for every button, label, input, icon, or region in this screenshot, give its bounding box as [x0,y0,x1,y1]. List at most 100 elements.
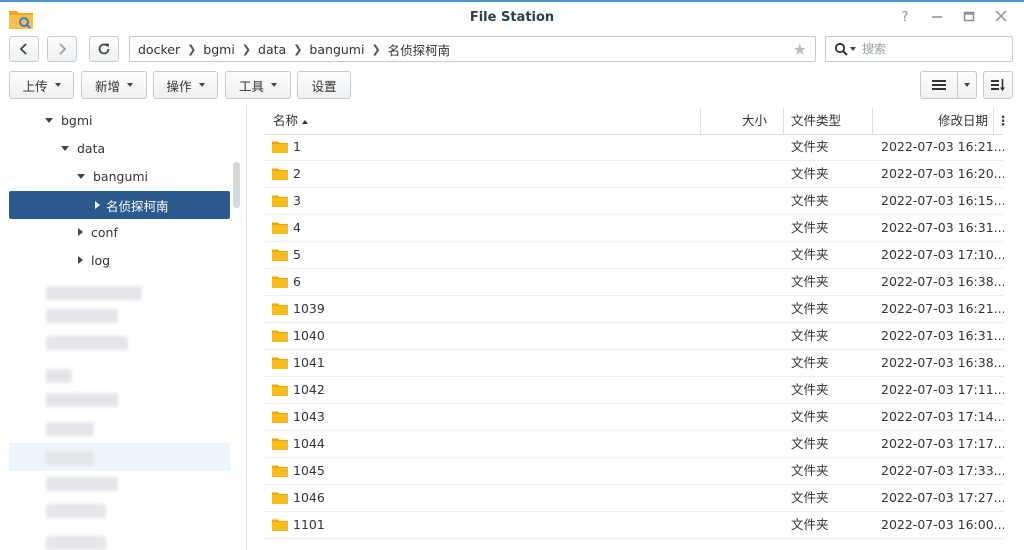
file-size [701,350,767,376]
action-label: 操作 [166,78,192,94]
path-bar[interactable]: docker ❯ bgmi ❯ data ❯ bangumi ❯ 名侦探柯南 ★ [129,36,816,62]
settings-button[interactable]: 设置 [297,71,351,99]
table-row[interactable]: 1042 文件夹 2022-07-03 17:11... [264,377,1004,404]
create-button[interactable]: 新增 [81,71,147,99]
table-row[interactable]: 1 文件夹 2022-07-03 16:21... [264,134,1004,161]
expand-down-icon[interactable] [77,173,85,179]
tools-button[interactable]: 工具 [225,71,291,99]
file-name: 3 [293,193,301,208]
table-row[interactable]: 2 文件夹 2022-07-03 16:20... [264,161,1004,188]
file-name: 1045 [293,463,325,478]
table-row[interactable]: 3 文件夹 2022-07-03 16:15... [264,188,1004,215]
refresh-button[interactable] [89,36,119,62]
file-size [701,296,767,322]
file-type: 文件夹 [791,328,829,343]
search-input[interactable] [860,41,994,57]
table-row[interactable]: 1043 文件夹 2022-07-03 17:14... [264,404,1004,431]
settings-label: 设置 [311,78,337,94]
tree-item-label: 名侦探柯南 [106,198,169,214]
folder-icon [272,303,288,315]
chevron-down-icon [127,83,133,87]
table-row[interactable]: 1046 文件夹 2022-07-03 17:27... [264,485,1004,512]
favorite-star-icon[interactable]: ★ [793,40,807,59]
folder-icon [272,438,288,450]
table-row[interactable]: 4 文件夹 2022-07-03 16:31... [264,215,1004,242]
tree-item-bangumi[interactable]: bangumi [77,162,148,190]
view-mode-dropdown[interactable] [957,71,977,99]
column-header-label: 修改日期 [937,113,988,128]
breadcrumb-data[interactable]: data [258,42,286,57]
column-header-size[interactable]: 大小 [701,108,767,134]
upload-label: 上传 [22,78,48,94]
chevron-down-icon [964,83,970,87]
column-separator[interactable] [993,108,994,134]
file-size [701,323,767,349]
breadcrumb-separator-icon: ❯ [293,42,303,56]
file-size [701,404,767,430]
obscured-tree-item [46,422,94,436]
tree-scrollbar[interactable] [233,162,240,208]
obscured-tree-item [46,536,106,550]
sort-button[interactable] [983,71,1013,99]
table-row[interactable]: 6 文件夹 2022-07-03 16:38... [264,269,1004,296]
upload-button[interactable]: 上传 [9,71,74,99]
column-header-name[interactable]: 名称 [273,108,309,134]
column-header-modified[interactable]: 修改日期 [873,108,988,134]
list-view-button[interactable] [920,71,958,99]
help-button[interactable]: ? [896,10,914,26]
file-size [701,242,767,268]
expand-right-icon[interactable] [95,201,100,209]
maximize-button[interactable] [960,10,978,26]
file-name: 1042 [293,382,325,397]
minimize-button[interactable] [928,10,946,26]
table-row[interactable]: 1039 文件夹 2022-07-03 16:21... [264,296,1004,323]
expand-right-icon[interactable] [78,256,83,264]
breadcrumb-current[interactable]: 名侦探柯南 [388,40,451,59]
list-view-icon [932,80,946,90]
tree-item-data[interactable]: data [61,134,105,162]
file-size [701,134,767,160]
tree-item-label: bangumi [93,168,149,184]
table-row[interactable]: 1040 文件夹 2022-07-03 16:31... [264,323,1004,350]
file-type: 文件夹 [791,193,829,208]
column-header-type[interactable]: 文件类型 [791,108,841,134]
search-box[interactable] [825,36,1013,62]
file-name: 1039 [293,301,325,316]
expand-down-icon[interactable] [61,145,69,151]
file-type: 文件夹 [791,382,829,397]
window-title: File Station [469,10,555,25]
tree-hover-row[interactable] [9,443,230,471]
breadcrumb-bgmi[interactable]: bgmi [203,42,235,57]
expand-right-icon[interactable] [78,228,83,236]
table-row[interactable]: 1041 文件夹 2022-07-03 16:38... [264,350,1004,377]
file-modified: 2022-07-03 17:27... [881,490,1004,505]
file-modified: 2022-07-03 17:11... [881,382,1004,397]
tree-item-log[interactable]: log [78,246,110,274]
expand-down-icon[interactable] [45,117,53,123]
column-separator[interactable] [783,108,784,134]
search-icon[interactable] [834,42,848,56]
tree-item-conf[interactable]: conf [78,218,118,246]
column-header-label: 名称 [273,113,299,128]
forward-button[interactable] [47,36,77,62]
table-row[interactable]: 1044 文件夹 2022-07-03 17:17... [264,431,1004,458]
table-row[interactable]: 1101 文件夹 2022-07-03 16:00... [264,512,1004,539]
tree-item-bgmi[interactable]: bgmi [45,106,93,134]
breadcrumb-bangumi[interactable]: bangumi [309,42,364,57]
table-row[interactable]: 1045 文件夹 2022-07-03 17:33... [264,458,1004,485]
tree-item-selected[interactable]: 名侦探柯南 [9,191,230,219]
back-button[interactable] [9,36,39,62]
table-row[interactable]: 5 文件夹 2022-07-03 17:10... [264,242,1004,269]
folder-icon [272,357,288,369]
action-button[interactable]: 操作 [153,71,218,99]
file-modified: 2022-07-03 16:21... [881,301,1004,316]
help-icon: ? [901,10,909,25]
folder-icon [272,519,288,531]
file-name: 4 [293,220,301,235]
panel-divider[interactable] [246,106,247,550]
search-options-chevron-down-icon[interactable] [850,47,856,51]
breadcrumb-docker[interactable]: docker [138,42,180,57]
folder-icon [272,222,288,234]
close-button[interactable] [992,10,1010,26]
column-options-icon[interactable]: ⋮ [997,108,1010,134]
